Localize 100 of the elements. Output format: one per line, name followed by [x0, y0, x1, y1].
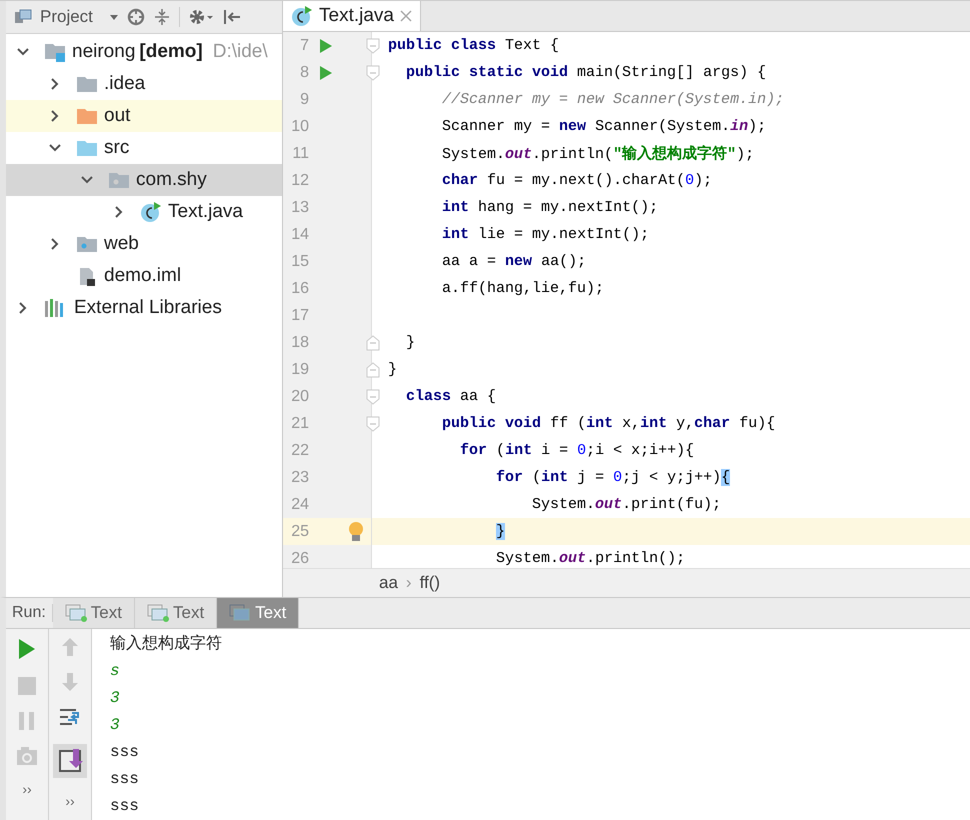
code-line: for (int i = 0;i < x;i++){ [459, 442, 694, 459]
line-number: 17 [290, 306, 309, 324]
fold-icon[interactable] [366, 38, 380, 54]
console-line: sss [110, 742, 140, 763]
console-line: 3 [110, 715, 121, 736]
item-label: web [104, 233, 139, 255]
item-label: External Libraries [74, 297, 222, 319]
tree-item[interactable]: demo.iml [6, 260, 282, 292]
panel-title[interactable]: Project [40, 7, 93, 27]
tree-item[interactable]: com.shy [6, 164, 282, 196]
line-number: 20 [290, 388, 309, 406]
code-line: System.out.print(fu); [531, 496, 722, 513]
line-number: 11 [291, 144, 309, 162]
code-line: a.ff(hang,lie,fu); [441, 280, 604, 297]
code-line: int lie = my.nextInt(); [441, 226, 650, 243]
item-label: src [104, 137, 130, 159]
folder-icon [76, 75, 98, 93]
collapse-icon[interactable] [152, 8, 171, 26]
code-line: } [405, 334, 416, 351]
item-label: demo.iml [104, 265, 182, 287]
scroll-to-end-icon[interactable] [53, 744, 87, 778]
code-line: aa a = new aa(); [441, 253, 586, 270]
console-line: sss [110, 769, 140, 790]
line-number: 7 [299, 36, 309, 54]
project-view-icon[interactable] [14, 9, 32, 25]
item-label: com.shy [136, 169, 207, 191]
breadcrumb[interactable]: aa [379, 573, 398, 593]
code-line: //Scanner my = new Scanner(System.in); [441, 91, 784, 108]
line-number: 23 [290, 468, 309, 486]
hide-panel-icon[interactable] [222, 8, 242, 26]
item-label: .idea [104, 73, 146, 95]
code-line: System.out.println("输入想构成字符"); [441, 144, 754, 163]
code-line: class aa { [405, 388, 496, 405]
line-number: 14 [290, 226, 309, 244]
locate-icon[interactable] [126, 8, 145, 26]
folder-icon [76, 139, 98, 157]
run-icon[interactable] [17, 637, 37, 661]
line-number: 9 [299, 90, 309, 108]
breadcrumb[interactable]: ff() [420, 573, 440, 593]
tree-item[interactable]: out [6, 100, 282, 132]
fold-icon[interactable] [366, 334, 380, 350]
code-line: public class Text { [388, 37, 560, 54]
code-line: System.out.println(); [495, 550, 686, 567]
tree-item[interactable]: web [6, 228, 282, 260]
class-icon [140, 201, 162, 223]
tree-item[interactable]: neirong [demo] D:\ide\ [6, 36, 282, 68]
module-icon [44, 42, 66, 62]
code-line: public static void main(String[] args) { [405, 64, 766, 81]
console-line: sss [110, 796, 140, 817]
module-path: D:\ide\ [212, 41, 268, 63]
folder-icon [76, 235, 98, 253]
run-tab[interactable]: Text [134, 598, 218, 628]
console-line: s [110, 661, 121, 682]
folder-icon [76, 107, 98, 125]
folder-icon [108, 171, 130, 189]
settings-icon[interactable] [188, 8, 214, 26]
line-number: 19 [290, 360, 309, 378]
more-button[interactable]: ›› [22, 781, 32, 797]
window-icon [64, 604, 87, 622]
editor-tab[interactable]: Text.java [283, 1, 421, 31]
code-line: char fu = my.next().charAt(0); [441, 172, 712, 189]
tree-item[interactable]: External Libraries [6, 292, 282, 324]
run-tab[interactable]: Text [52, 598, 135, 628]
line-number: 16 [290, 280, 309, 298]
item-label: Text.java [168, 201, 243, 223]
line-number: 15 [290, 252, 309, 270]
console-line: 输入想构成字符 [110, 634, 222, 655]
line-number: 10 [290, 118, 309, 136]
close-icon[interactable] [400, 10, 412, 22]
line-number: 13 [290, 198, 309, 216]
code-line: int hang = my.nextInt(); [441, 199, 658, 216]
lightbulb-icon[interactable] [348, 520, 364, 542]
fold-icon[interactable] [366, 416, 380, 432]
run-icon[interactable] [319, 64, 333, 80]
fold-icon[interactable] [366, 388, 380, 404]
breadcrumb-separator: › [406, 573, 412, 593]
item-label: out [104, 105, 130, 127]
line-number: 12 [290, 172, 309, 190]
dropdown-icon[interactable] [108, 13, 119, 21]
code-line: public void ff (int x,int y,char fu){ [441, 415, 776, 432]
tree-item[interactable]: src [6, 132, 282, 164]
console-line: 3 [110, 688, 121, 709]
run-icon[interactable] [319, 38, 333, 54]
window-icon [229, 604, 252, 622]
fold-icon[interactable] [366, 64, 380, 80]
line-number: 21 [290, 414, 309, 432]
line-number: 18 [290, 334, 309, 352]
code-line: for (int j = 0;j < y;j++){ [495, 469, 730, 486]
tree-item[interactable]: Text.java [6, 196, 282, 228]
fold-icon[interactable] [366, 362, 380, 378]
tree-item[interactable]: .idea [6, 68, 282, 100]
line-number: 24 [290, 496, 309, 514]
module-label: [demo] [139, 41, 203, 63]
code-line: } [388, 361, 398, 378]
line-number: 8 [299, 64, 309, 82]
line-number: 26 [290, 550, 309, 568]
line-number: 25 [290, 522, 309, 540]
item-label: neirong [72, 41, 136, 63]
line-number: 22 [290, 442, 309, 460]
more-button[interactable]: ›› [65, 793, 75, 809]
